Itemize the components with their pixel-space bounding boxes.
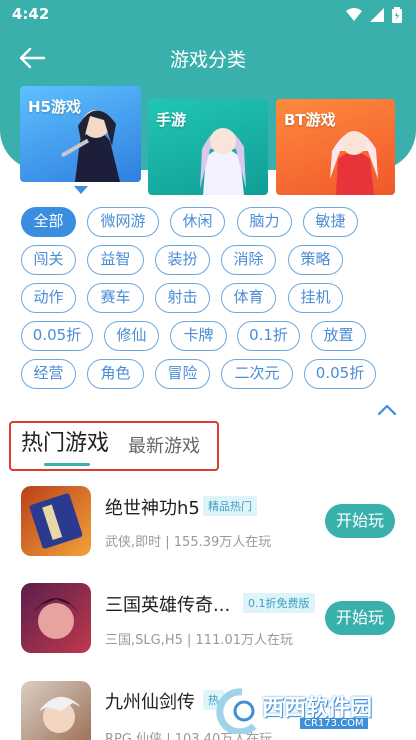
tag-chip[interactable]: 二次元 — [221, 359, 293, 389]
game-desc: 三国,SLG,H5 | 111.01万人在玩 — [105, 633, 294, 648]
tag-chip[interactable]: 微网游 — [87, 207, 159, 237]
game-badge: 精品热门 — [203, 496, 257, 516]
hero-portrait-icon — [39, 696, 81, 733]
warrior-face-icon — [33, 598, 79, 639]
play-button[interactable]: 开始玩 — [325, 601, 395, 635]
list-item[interactable]: 三国英雄传奇... 0.1折免费版 三国,SLG,H5 | 111.01万人在玩… — [0, 578, 416, 678]
selected-indicator — [74, 186, 88, 194]
tag-chip[interactable]: 全部 — [21, 207, 76, 237]
tag-chip[interactable]: 经营 — [21, 359, 76, 389]
category-label: H5游戏 — [28, 98, 81, 116]
category-card-h5[interactable]: H5游戏 — [20, 86, 141, 182]
tag-chip[interactable]: 卡牌 — [170, 321, 227, 351]
tag-chip[interactable]: 装扮 — [155, 245, 210, 275]
signal-icon — [370, 8, 384, 22]
tag-chip[interactable]: 消除 — [221, 245, 276, 275]
tag-chip[interactable]: 脑力 — [237, 207, 292, 237]
tag-chip[interactable]: 赛车 — [87, 283, 144, 313]
page-title: 游戏分类 — [169, 49, 246, 71]
tag-chip[interactable]: 放置 — [311, 321, 366, 351]
watermark-sub: CR173.COM — [300, 718, 368, 729]
list-item[interactable]: 绝世神功h5 精品热门 武侠,即时 | 155.39万人在玩 开始玩 — [0, 480, 416, 580]
game-icon — [21, 486, 91, 556]
category-card-bt[interactable]: BT游戏 — [276, 99, 395, 195]
tag-chip[interactable]: 挂机 — [288, 283, 343, 313]
tag-chip[interactable]: 闯关 — [21, 245, 76, 275]
battery-icon — [392, 7, 402, 23]
tag-chip[interactable]: 策略 — [288, 245, 343, 275]
game-icon — [21, 681, 91, 740]
status-bar: 4:42 — [0, 0, 416, 30]
status-icons — [346, 7, 402, 23]
tag-chip[interactable]: 休闲 — [170, 207, 225, 237]
scroll-book-icon — [29, 493, 83, 549]
tag-chip[interactable]: 益智 — [87, 245, 144, 275]
watermark-logo: 西西软件园 CR173.COM — [214, 688, 394, 736]
category-card-mobile[interactable]: 手游 — [148, 99, 268, 195]
category-label: 手游 — [156, 111, 187, 129]
tag-chip[interactable]: 动作 — [21, 283, 76, 313]
tag-chip[interactable]: 角色 — [87, 359, 144, 389]
tag-chip[interactable]: 射击 — [155, 283, 210, 313]
status-time: 4:42 — [12, 5, 50, 23]
play-button[interactable]: 开始玩 — [325, 504, 395, 538]
game-name: 绝世神功h5 — [105, 498, 200, 519]
category-label: BT游戏 — [284, 111, 336, 129]
game-name: 三国英雄传奇... — [105, 595, 231, 616]
tag-chip[interactable]: 修仙 — [104, 321, 159, 351]
game-name: 九州仙剑传 — [105, 692, 195, 713]
game-badge: 0.1折免费版 — [243, 593, 315, 613]
tag-chip[interactable]: 0.05折 — [304, 359, 376, 389]
game-desc: 武侠,即时 | 155.39万人在玩 — [105, 535, 272, 550]
tag-chip[interactable]: 体育 — [221, 283, 276, 313]
tag-chip[interactable]: 敏捷 — [303, 207, 358, 237]
chevron-up-icon[interactable] — [376, 400, 398, 420]
tag-chip[interactable]: 0.05折 — [21, 321, 93, 351]
tag-chip[interactable]: 冒险 — [155, 359, 210, 389]
tab-hot-games[interactable]: 热门游戏 — [21, 425, 109, 457]
tab-active-indicator — [44, 463, 90, 466]
tab-latest-games[interactable]: 最新游戏 — [128, 432, 200, 458]
tag-chip[interactable]: 0.1折 — [237, 321, 300, 351]
game-icon — [21, 583, 91, 653]
wifi-icon — [346, 8, 362, 21]
